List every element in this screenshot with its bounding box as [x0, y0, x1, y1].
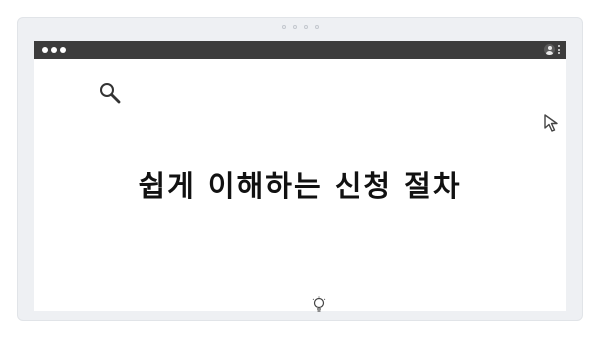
lightbulb-icon: [312, 296, 326, 312]
browser-window: 쉽게 이해하는 신청 절차: [34, 41, 566, 312]
pager-dots-icon: [18, 25, 582, 29]
page-title: 쉽게 이해하는 신청 절차: [138, 169, 462, 203]
profile-icon[interactable]: [544, 44, 555, 55]
window-close-button[interactable]: [42, 47, 48, 53]
presentation-frame: 쉽게 이해하는 신청 절차: [17, 17, 583, 321]
browser-titlebar: [34, 41, 566, 59]
window-maximize-button[interactable]: [60, 47, 66, 53]
cursor-icon: [544, 114, 558, 132]
window-dots-icon: [42, 47, 66, 53]
pager-dot[interactable]: [281, 25, 286, 29]
kebab-menu-icon[interactable]: [558, 45, 560, 54]
pager-dot[interactable]: [292, 25, 297, 29]
search-icon[interactable]: [98, 81, 122, 105]
pager-dot[interactable]: [314, 25, 319, 29]
pager-dot[interactable]: [303, 25, 308, 29]
window-minimize-button[interactable]: [51, 47, 57, 53]
titlebar-actions: [544, 44, 560, 55]
